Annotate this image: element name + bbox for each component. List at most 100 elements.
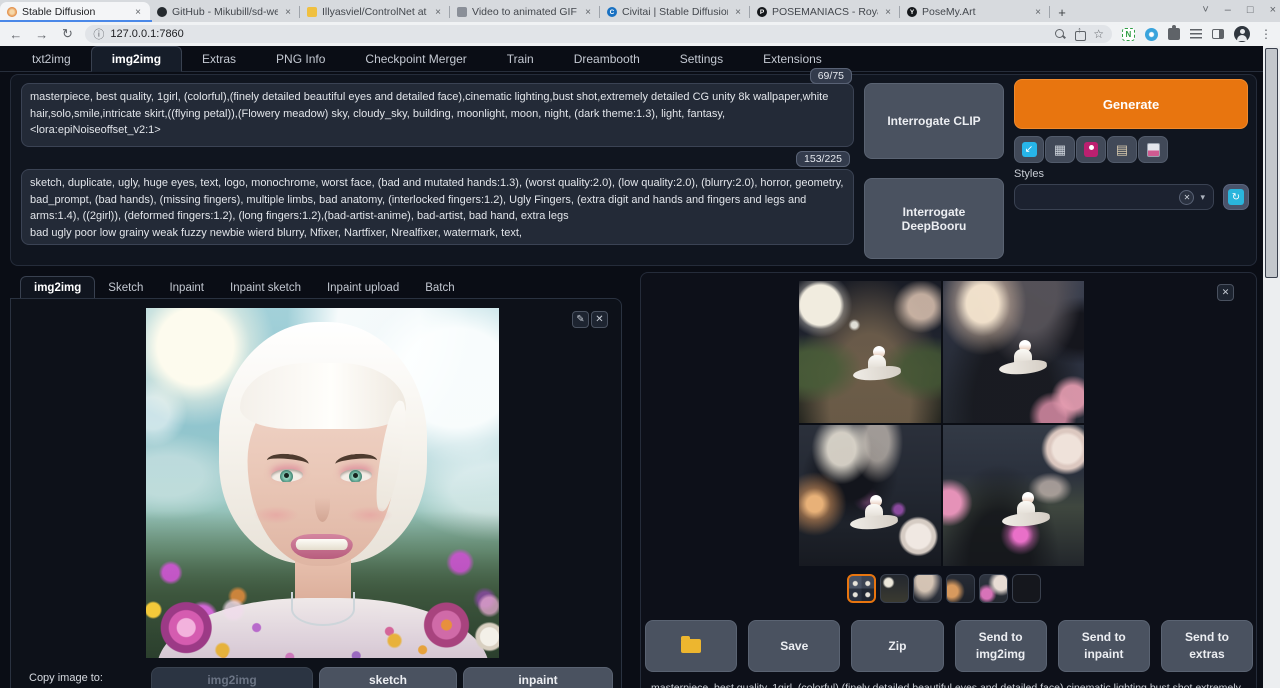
zip-button[interactable]: Zip bbox=[851, 620, 943, 672]
tab-close-icon[interactable]: × bbox=[883, 7, 893, 18]
tab-checkpoint-merger[interactable]: Checkpoint Merger bbox=[345, 47, 486, 71]
mode-tab-sketch[interactable]: Sketch bbox=[95, 277, 156, 299]
blue-extension-icon[interactable] bbox=[1145, 28, 1158, 41]
window-close-button[interactable]: × bbox=[1270, 4, 1276, 16]
prompt-token-counter: 69/75 bbox=[810, 68, 852, 84]
edit-image-button[interactable]: ✎ bbox=[572, 311, 589, 328]
address-bar[interactable]: ⓘ 127.0.0.1:7860 ☆ bbox=[85, 25, 1112, 43]
new-tab-button[interactable]: + bbox=[1050, 2, 1074, 22]
interrogate-clip-button[interactable]: Interrogate CLIP bbox=[864, 83, 1004, 159]
generated-image[interactable] bbox=[799, 425, 941, 567]
tab-train[interactable]: Train bbox=[487, 47, 554, 71]
share-icon[interactable] bbox=[1073, 27, 1087, 41]
mode-tab-batch[interactable]: Batch bbox=[412, 277, 467, 299]
send-to-extras-button[interactable]: Send to extras bbox=[1161, 620, 1253, 672]
trash-icon: ▦ bbox=[1054, 142, 1066, 158]
save-style-button[interactable] bbox=[1138, 136, 1168, 163]
tab-close-icon[interactable]: × bbox=[433, 7, 443, 18]
thumbnail-grid[interactable] bbox=[847, 574, 876, 603]
browser-tab[interactable]: Video to animated GIF converter × bbox=[450, 2, 600, 22]
bookmark-star-icon[interactable]: ☆ bbox=[1093, 27, 1104, 41]
tab-png-info[interactable]: PNG Info bbox=[256, 47, 345, 71]
tab-dreambooth[interactable]: Dreambooth bbox=[554, 47, 660, 71]
generated-image[interactable] bbox=[943, 425, 1085, 567]
back-icon[interactable]: ← bbox=[8, 27, 24, 42]
mode-tab-inpaint[interactable]: Inpaint bbox=[156, 277, 217, 299]
generate-button[interactable]: Generate bbox=[1014, 79, 1248, 129]
profile-avatar[interactable] bbox=[1234, 26, 1250, 42]
tab-close-icon[interactable]: × bbox=[733, 7, 743, 18]
styles-dropdown[interactable]: ✕ ▾ bbox=[1014, 184, 1214, 210]
forward-icon[interactable]: → bbox=[34, 27, 50, 42]
tab-extras[interactable]: Extras bbox=[182, 47, 256, 71]
site-info-icon[interactable]: ⓘ bbox=[93, 26, 104, 42]
negative-token-counter: 153/225 bbox=[796, 151, 850, 167]
interrogate-deepbooru-button[interactable]: Interrogate DeepBooru bbox=[864, 178, 1004, 259]
browser-tab[interactable]: Stable Diffusion × bbox=[0, 2, 150, 22]
chevron-down-icon[interactable]: ▾ bbox=[1200, 192, 1205, 203]
send-to-inpaint-button[interactable]: Send to inpaint bbox=[1058, 620, 1150, 672]
clear-prompt-button[interactable]: ▦ bbox=[1045, 136, 1075, 163]
tab-close-icon[interactable]: × bbox=[133, 7, 143, 18]
browser-tab[interactable]: C Civitai | Stable Diffusion model... × bbox=[600, 2, 750, 22]
figure bbox=[850, 495, 904, 535]
copy-to-sketch-button[interactable]: sketch bbox=[319, 667, 457, 688]
paste-arrow-icon: ↙ bbox=[1022, 142, 1037, 157]
results-panel: ✕ bbox=[640, 272, 1257, 688]
source-image-panel: ✎ ✕ Copy image to: img2img sketch inpain… bbox=[10, 298, 622, 688]
generated-image[interactable] bbox=[799, 281, 941, 423]
copy-to-inpaint-button[interactable]: inpaint bbox=[463, 667, 613, 688]
gallery-close-button[interactable]: ✕ bbox=[1217, 284, 1234, 301]
extensions-puzzle-icon[interactable] bbox=[1168, 28, 1180, 40]
paste-generation-params-button[interactable]: ↙ bbox=[1014, 136, 1044, 163]
browser-tab[interactable]: Illyasviel/ControlNet at main × bbox=[300, 2, 450, 22]
scrollbar-thumb[interactable] bbox=[1265, 48, 1278, 278]
mode-tab-inpaint-sketch[interactable]: Inpaint sketch bbox=[217, 277, 314, 299]
browser-tab[interactable]: P POSEMANIACS - Royalty free 3... × bbox=[750, 2, 900, 22]
send-to-img2img-button[interactable]: Send to img2img bbox=[955, 620, 1047, 672]
tab-settings[interactable]: Settings bbox=[660, 47, 743, 71]
tab-close-icon[interactable]: × bbox=[283, 7, 293, 18]
thumbnail[interactable] bbox=[880, 574, 909, 603]
open-folder-button[interactable] bbox=[645, 620, 737, 672]
result-grid-image[interactable] bbox=[799, 281, 1084, 566]
extra-networks-button[interactable] bbox=[1076, 136, 1106, 163]
reading-list-icon[interactable] bbox=[1190, 29, 1203, 39]
tab-txt2img[interactable]: txt2img bbox=[12, 47, 91, 71]
reload-icon[interactable]: ↻ bbox=[60, 26, 76, 42]
notion-extension-icon[interactable]: N bbox=[1122, 28, 1135, 41]
styles-refresh-button[interactable]: ↻ bbox=[1223, 184, 1249, 210]
clipboard-icon: ▤ bbox=[1116, 142, 1128, 158]
browser-tab[interactable]: Y PoseMy.Art × bbox=[900, 2, 1050, 22]
browser-menu-icon[interactable]: ⋮ bbox=[1260, 27, 1272, 41]
negative-prompt-input[interactable]: sketch, duplicate, ugly, huge eyes, text… bbox=[21, 169, 854, 245]
save-button[interactable]: Save bbox=[748, 620, 840, 672]
tab-search-icon[interactable]: ˅ bbox=[1202, 4, 1208, 16]
tab-close-icon[interactable]: × bbox=[1033, 7, 1043, 18]
remove-image-button[interactable]: ✕ bbox=[591, 311, 608, 328]
window-minimize-button[interactable]: – bbox=[1225, 4, 1231, 16]
mode-tab-inpaint-upload[interactable]: Inpaint upload bbox=[314, 277, 412, 299]
thumbnail[interactable] bbox=[913, 574, 942, 603]
thumbnail[interactable] bbox=[1012, 574, 1041, 603]
side-panel-icon[interactable] bbox=[1212, 29, 1224, 39]
generated-image[interactable] bbox=[943, 281, 1085, 423]
gif-converter-favicon bbox=[457, 7, 467, 17]
tab-img2img[interactable]: img2img bbox=[91, 46, 182, 72]
url-text[interactable]: 127.0.0.1:7860 bbox=[110, 28, 1047, 40]
apply-styles-button[interactable]: ▤ bbox=[1107, 136, 1137, 163]
page-scrollbar[interactable] bbox=[1263, 46, 1280, 688]
thumbnail[interactable] bbox=[979, 574, 1008, 603]
styles-clear-icon[interactable]: ✕ bbox=[1179, 190, 1194, 205]
thumbnail[interactable] bbox=[946, 574, 975, 603]
zoom-search-icon[interactable] bbox=[1053, 27, 1067, 41]
stable-diffusion-webui: txt2img img2img Extras PNG Info Checkpoi… bbox=[0, 46, 1263, 688]
window-maximize-button[interactable]: □ bbox=[1247, 4, 1254, 16]
source-image[interactable] bbox=[146, 308, 499, 658]
generation-info-text: masterpiece, best quality, 1girl, (color… bbox=[651, 681, 1241, 688]
mode-tab-img2img[interactable]: img2img bbox=[20, 276, 95, 300]
browser-tab[interactable]: GitHub - Mikubill/sd-webui-co... × bbox=[150, 2, 300, 22]
copy-to-img2img-button[interactable]: img2img bbox=[151, 667, 313, 688]
tab-close-icon[interactable]: × bbox=[583, 7, 593, 18]
prompt-input[interactable]: masterpiece, best quality, 1girl, (color… bbox=[21, 83, 854, 147]
